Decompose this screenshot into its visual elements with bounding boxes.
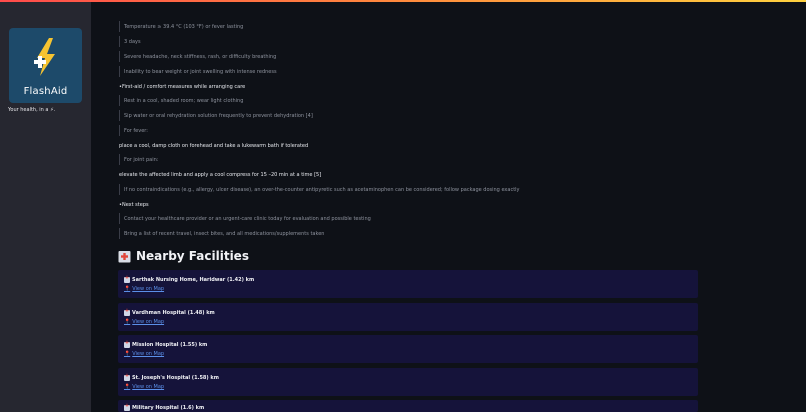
sidebar: FlashAid Your health, in a ⚡.	[0, 2, 91, 412]
section-heading-next-steps: •Next steps	[119, 202, 149, 208]
facility-name: Vardhman Hospital (1.48) km	[124, 308, 215, 316]
facility-card: Military Hospital (1.6) km	[118, 400, 698, 412]
facility-name: Mission Hospital (1.55) km	[124, 340, 207, 348]
logo-text: FlashAid	[23, 86, 68, 97]
symptom-line: 3 days	[119, 36, 141, 47]
pin-icon: 📍	[124, 319, 131, 325]
first-aid-line: Sip water or oral rehydration solution f…	[119, 110, 313, 121]
tagline: Your health, in a ⚡.	[8, 107, 56, 113]
first-aid-line: elevate the affected limb and apply a co…	[119, 172, 322, 178]
section-heading-first-aid: •First-aid / comfort measures while arra…	[119, 84, 246, 90]
pin-icon: 📍	[124, 384, 131, 390]
view-on-map-link[interactable]: 📍 View on Map	[124, 351, 164, 357]
hospital-icon	[124, 403, 130, 411]
facility-card: Vardhman Hospital (1.48) km 📍View on Map	[118, 303, 698, 331]
hospital-icon	[124, 308, 130, 316]
next-steps-line: Contact your healthcare provider or an u…	[119, 213, 371, 224]
nearby-facilities-title: Nearby Facilities	[136, 249, 249, 263]
first-aid-line: For fever:	[119, 125, 148, 136]
hospital-icon	[124, 275, 130, 283]
app-logo: FlashAid	[9, 28, 82, 103]
symptom-line: Temperature ≥ 39.4 °C (103 °F) or fever …	[118, 21, 244, 32]
first-aid-line: Rest in a cool, shaded room; wear light …	[118, 95, 244, 106]
facility-name: St. Joseph's Hospital (1.58) km	[124, 373, 219, 381]
hospital-icon	[124, 373, 130, 381]
facility-name: Sarthak Nursing Home, Haridwar (1.42) km	[124, 275, 254, 283]
view-on-map-link[interactable]: 📍 View on Map	[124, 384, 164, 390]
main-content: Temperature ≥ 39.4 °C (103 °F) or fever …	[91, 2, 806, 412]
lightning-cross-icon	[34, 38, 55, 76]
nearby-facilities-heading: Nearby Facilities	[118, 249, 249, 263]
first-aid-line: For joint pain:	[118, 154, 159, 165]
symptom-line: Severe headache, neck stiffness, rash, o…	[118, 51, 277, 62]
facility-card: Sarthak Nursing Home, Haridwar (1.42) km…	[118, 270, 698, 298]
first-aid-line: place a cool, damp cloth on forehead and…	[119, 143, 309, 149]
hospital-icon	[124, 340, 130, 348]
next-steps-line: Bring a list of recent travel, insect bi…	[118, 228, 325, 239]
symptom-line: Inability to bear weight or joint swelli…	[119, 66, 277, 77]
facility-name: Military Hospital (1.6) km	[124, 403, 204, 411]
hospital-icon	[118, 250, 131, 262]
pin-icon: 📍	[124, 286, 131, 292]
first-aid-line: If no contraindications (e.g., allergy, …	[119, 184, 520, 195]
facility-card: Mission Hospital (1.55) km 📍View on Map	[118, 335, 698, 363]
pin-icon: 📍	[124, 351, 131, 357]
facility-card: St. Joseph's Hospital (1.58) km 📍View on…	[118, 368, 698, 396]
view-on-map-link[interactable]: 📍 View on Map	[124, 286, 164, 292]
view-on-map-link[interactable]: 📍 View on Map	[124, 319, 164, 325]
